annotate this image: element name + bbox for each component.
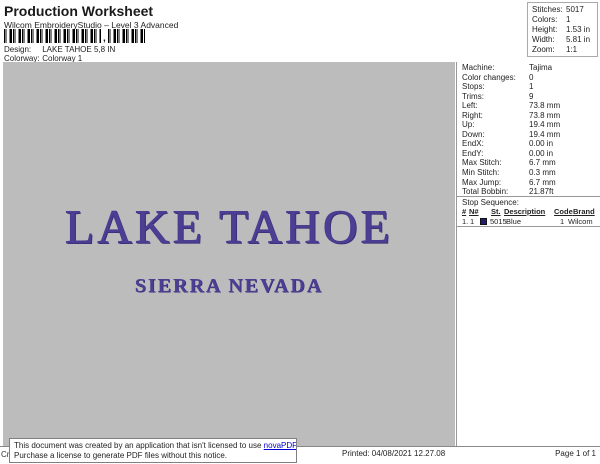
stop-row-description: Blue (506, 217, 522, 226)
left-label: Left: (462, 101, 478, 111)
stop-row-brand: Wilcom (568, 217, 593, 226)
zoom-value: 1:1 (566, 45, 578, 54)
stops-value: 1 (529, 82, 534, 92)
width-label: Width: (532, 35, 555, 44)
max-stitch-value: 6.7 mm (529, 158, 556, 168)
design-row: Design: LAKE TAHOE 5,8 IN (4, 45, 115, 54)
col-st: St. (491, 207, 501, 216)
stop-row-st: 5015 (490, 217, 507, 226)
embroidery-text-line2: SIERRA NEVADA (134, 275, 324, 297)
machine-row: Up: 19.4 mm (462, 120, 598, 130)
notice-line1-period: . (296, 441, 297, 450)
machine-info-panel: Machine: Tajima Color changes: 0 Stops: 1 T… (456, 62, 600, 446)
barcode: , (4, 29, 145, 44)
col-description: Description (504, 207, 546, 216)
right-value: 73.8 mm (529, 110, 561, 120)
design-preview-canvas: LAKE TAHOE SIERRA NEVADA (3, 62, 455, 446)
divider (457, 226, 600, 227)
page-number: Page 1 of 1 (555, 449, 596, 458)
machine-row: Down: 19.4 mm (462, 130, 598, 140)
production-worksheet-page: Production Worksheet Wilcom EmbroiderySt… (0, 0, 600, 464)
machine-row: Stops: 1 (462, 82, 598, 92)
stop-row-n: 1 (470, 217, 475, 226)
novapdf-notice-box: This document was created by an applicat… (9, 438, 297, 463)
notice-line2: Purchase a license to generate PDF files… (14, 451, 227, 460)
width-value: 5.81 in (566, 35, 591, 44)
barcode-segment-2-icon (107, 29, 145, 43)
max-jump-value: 6.7 mm (529, 177, 556, 187)
machine-row: Color changes: 0 (462, 73, 598, 83)
design-value: LAKE TAHOE 5,8 IN (42, 45, 116, 54)
endx-label: EndX: (462, 139, 484, 149)
machine-label: Machine: (462, 63, 495, 72)
min-stitch-value: 0.3 mm (529, 168, 556, 178)
trims-value: 9 (529, 91, 534, 101)
machine-stats-list: Machine: Tajima Color changes: 0 Stops: 1 T… (462, 63, 598, 197)
stop-row-code: 1 (560, 217, 565, 226)
up-value: 19.4 mm (529, 120, 561, 130)
summary-row-colors: Colors: 1 (532, 15, 597, 25)
printed-timestamp: Printed: 04/08/2021 12.27.08 (342, 449, 446, 458)
machine-value: Tajima (529, 63, 553, 72)
machine-row: Max Stitch: 6.7 mm (462, 158, 598, 168)
notice-line1: This document was created by an applicat… (14, 441, 296, 451)
summary-row-stitches: Stitches: 5017 (532, 5, 597, 15)
embroidery-text-line1: LAKE TAHOE (65, 201, 393, 254)
right-label: Right: (462, 110, 483, 120)
col-n: N# (469, 207, 479, 216)
endy-label: EndY: (462, 148, 484, 158)
summary-row-height: Height: 1.53 in (532, 25, 597, 35)
barcode-segment-1-icon (4, 29, 101, 43)
zoom-label: Zoom: (532, 45, 555, 54)
machine-row: Max Jump: 6.7 mm (462, 178, 598, 188)
col-code: Code (554, 207, 573, 216)
height-label: Height: (532, 25, 558, 34)
machine-row: Trims: 9 (462, 92, 598, 102)
machine-row: Left: 73.8 mm (462, 101, 598, 111)
min-stitch-label: Min Stitch: (462, 168, 500, 178)
notice-line1-text: This document was created by an applicat… (14, 441, 264, 450)
trims-label: Trims: (462, 91, 484, 101)
summary-row-zoom: Zoom: 1:1 (532, 45, 597, 55)
endy-value: 0.00 in (529, 148, 554, 158)
stop-sequence-title: Stop Sequence: (462, 198, 519, 207)
down-label: Down: (462, 129, 485, 139)
machine-row: Machine: Tajima (462, 63, 598, 73)
machine-row: Min Stitch: 0.3 mm (462, 168, 598, 178)
max-jump-label: Max Jump: (462, 177, 502, 187)
summary-row-width: Width: 5.81 in (532, 35, 597, 45)
machine-row: Right: 73.8 mm (462, 111, 598, 121)
up-label: Up: (462, 120, 475, 130)
colors-value: 1 (566, 15, 571, 24)
colors-label: Colors: (532, 15, 558, 24)
height-value: 1.53 in (566, 25, 591, 34)
stop-sequence-table: # N# St. Description Code Brand 1. 1 501… (457, 207, 600, 227)
col-num: # (462, 207, 467, 216)
stitches-label: Stitches: (532, 5, 563, 14)
col-brand: Brand (573, 207, 595, 216)
barcode-comma: , (103, 33, 106, 44)
endx-value: 0.00 in (529, 139, 554, 149)
novapdf-link[interactable]: novaPDF (264, 441, 296, 450)
color-changes-label: Color changes: (462, 72, 516, 82)
thread-color-swatch (480, 218, 487, 225)
design-label: Design: (4, 45, 32, 54)
down-value: 19.4 mm (529, 129, 561, 139)
color-changes-value: 0 (529, 72, 534, 82)
max-stitch-label: Max Stitch: (462, 158, 502, 168)
stop-row-num: 1. (462, 217, 469, 226)
stops-label: Stops: (462, 82, 485, 92)
left-value: 73.8 mm (529, 101, 561, 111)
page-title: Production Worksheet (4, 3, 154, 19)
machine-row: EndX: 0.00 in (462, 139, 598, 149)
divider (457, 196, 600, 197)
machine-row: EndY: 0.00 in (462, 149, 598, 159)
stitches-value: 5017 (566, 5, 584, 14)
design-summary-box: Stitches: 5017 Colors: 1 Height: 1.53 in… (527, 2, 598, 57)
